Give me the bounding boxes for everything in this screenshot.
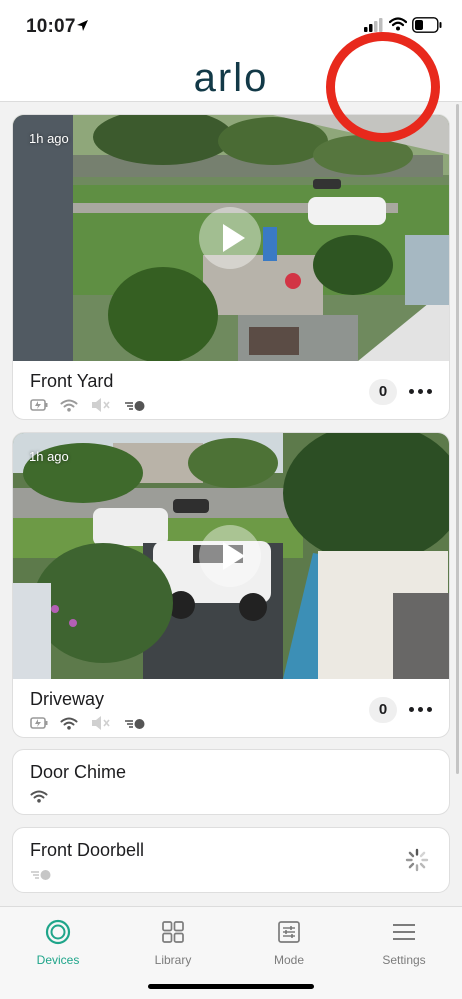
home-indicator[interactable] [148,984,314,989]
tab-mode[interactable]: Mode [239,915,339,967]
device-name: Front Yard [30,371,114,391]
battery-icon [412,17,442,38]
red-annotation-circle [326,32,440,142]
devices-icon [8,915,108,949]
clip-count-badge[interactable]: 0 [369,697,397,723]
wifi-icon [30,790,48,808]
tab-devices[interactable]: Devices [8,915,108,967]
loading-spinner-icon [405,848,429,877]
battery-charging-icon [30,398,48,417]
device-status-icons [30,790,48,808]
play-button[interactable] [199,207,261,269]
location-arrow-icon [76,19,89,37]
time-ago-label: 1h ago [29,131,69,146]
motion-toggle-icon [30,868,52,886]
camera-thumbnail[interactable]: 1h ago [13,433,449,679]
motion-toggle-icon [124,399,146,417]
play-button[interactable] [199,525,261,587]
tab-label: Library [154,953,192,967]
mode-sliders-icon [239,915,339,949]
device-status-icons [30,397,146,418]
time-ago-label: 1h ago [29,449,69,464]
device-card-front-yard[interactable]: 1h ago Front Yard 0 [12,114,450,420]
device-card-door-chime[interactable]: Door Chime [12,749,450,815]
tab-label: Mode [273,953,305,967]
device-card-driveway[interactable]: 1h ago Driveway 0 [12,432,450,738]
speaker-muted-icon [90,715,112,736]
motion-toggle-icon [124,717,146,735]
wifi-icon [60,399,78,417]
wifi-icon [60,717,78,735]
tab-label: Devices [36,953,80,967]
status-time: 10:07 [26,16,76,37]
tab-label: Settings [382,953,426,967]
library-grid-icon [123,915,223,949]
speaker-muted-icon [90,397,112,418]
scrollbar[interactable] [456,104,459,774]
menu-icon [354,915,454,949]
device-name: Driveway [30,689,105,709]
device-card-front-doorbell[interactable]: Front Doorbell [12,827,450,893]
clip-count-badge[interactable]: 0 [369,379,397,405]
device-name: Front Doorbell [30,840,145,860]
more-options-button[interactable] [407,383,433,399]
tab-settings[interactable]: Settings [354,915,454,967]
device-status-icons [30,715,146,736]
more-options-button[interactable] [407,701,433,717]
camera-thumbnail[interactable]: 1h ago [13,115,449,361]
battery-charging-icon [30,716,48,735]
tab-library[interactable]: Library [123,915,223,967]
device-name: Door Chime [30,762,127,782]
device-status-icons [30,868,52,886]
